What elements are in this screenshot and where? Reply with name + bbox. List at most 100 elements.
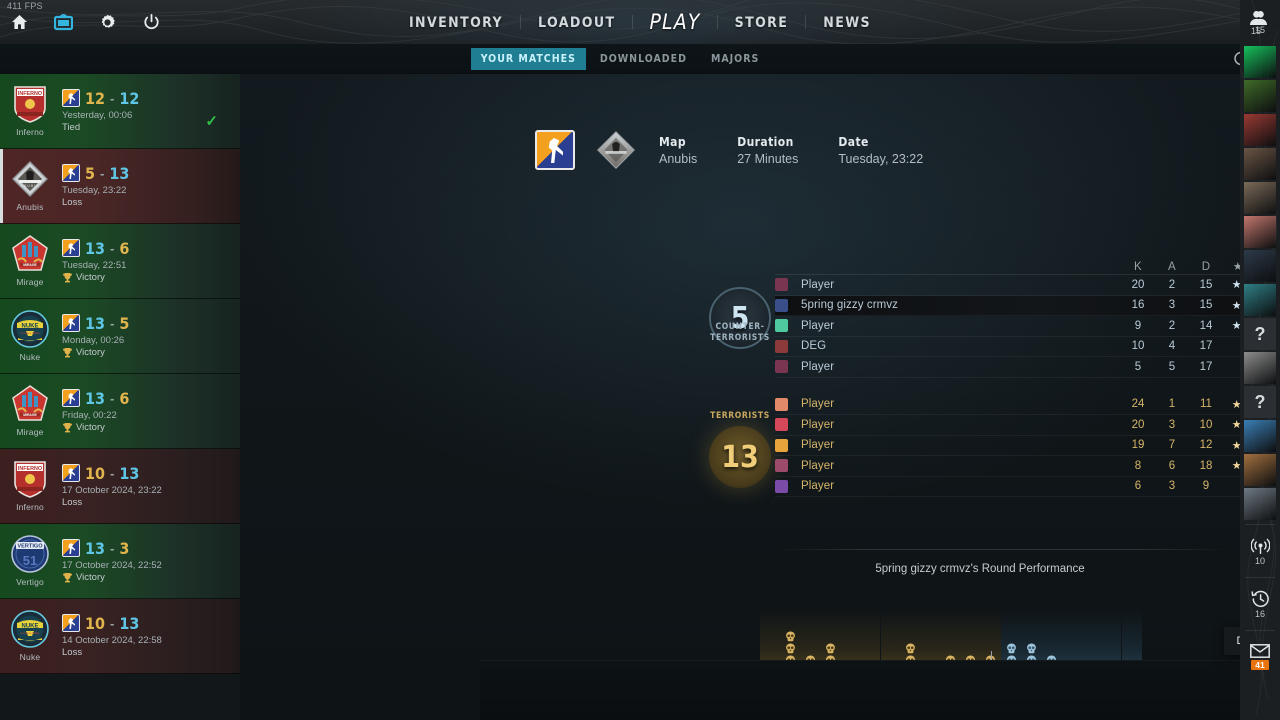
thumb-portrait-man[interactable]	[1244, 182, 1276, 214]
tab-majors[interactable]: MAJORS	[701, 48, 769, 70]
player-avatar-cell	[775, 438, 801, 452]
scoreboard-row[interactable]: Player8618★224	[775, 456, 1240, 477]
scoreboard: K A D ★ Score Player20215★3475pring gizz…	[775, 259, 1240, 497]
match-list[interactable]: INFERNO Inferno 12-12 Yesterday, 00:06 Tied ✓…	[0, 74, 240, 720]
mvp-star-icon: ★	[1231, 398, 1240, 411]
mvp-star-icon: ★	[1231, 279, 1240, 292]
app-root: 411 FPS INVENTORY LOADOUT PLAY STORE NEW…	[0, 0, 1280, 720]
match-info: 13-3 17 October 2024, 22:52 Victory	[60, 539, 232, 583]
nav-item-play[interactable]: PLAY	[633, 10, 716, 34]
match-list-item-mirage-2[interactable]: MIRAGE Mirage 13-6 Tuesday, 22:51 Victory	[0, 224, 240, 299]
thumb-photo-red[interactable]	[1244, 114, 1276, 146]
map-badge-nuke-icon: NUKE Counter-Strike	[9, 308, 52, 350]
scoreboard-row[interactable]: Player9214★127	[775, 316, 1240, 337]
match-result: Loss	[62, 197, 232, 208]
thumb-teal-char[interactable]	[1244, 284, 1276, 316]
score-team-a: 13	[85, 388, 106, 408]
match-detail-scroll: Map Anubis Duration 27 Minutes Date Tues…	[240, 74, 1240, 660]
cs-mode-icon	[62, 539, 80, 558]
mail-badge: 41	[1251, 660, 1269, 670]
chart-round-column	[820, 609, 841, 660]
trophy-icon	[63, 423, 72, 433]
avatar	[775, 418, 788, 432]
scoreboard-row[interactable]: 5pring gizzy crmvz16315★139	[775, 295, 1240, 316]
match-list-item-inferno-5[interactable]: INFERNO Inferno 10-13 17 October 2024, 23:2…	[0, 449, 240, 524]
player-kills: 20	[1131, 278, 1145, 291]
scoreboard-row[interactable]: Player20310★451	[775, 415, 1240, 436]
score-dash: -	[110, 390, 115, 406]
mail-icon[interactable]: 41	[1240, 635, 1280, 679]
user-profile-button[interactable]: 15	[1238, 4, 1274, 42]
thumb-city-photo[interactable]	[1244, 488, 1276, 520]
thumb-unknown-1[interactable]: ?	[1244, 318, 1276, 350]
mvp-star-icon: ★	[1231, 320, 1240, 333]
match-date: Monday, 00:26	[62, 334, 125, 346]
ct-team-label: COUNTER- TERRORISTS	[695, 322, 785, 345]
match-score: 13-6	[62, 239, 232, 258]
map-badge-nuke-icon: NUKE Counter-Strike	[9, 608, 52, 650]
map-field: Map Anubis	[659, 135, 697, 166]
match-list-item-nuke-7[interactable]: NUKE Counter-Strike Nuke 10-13 14 October 20…	[0, 599, 240, 674]
player-name: Player	[801, 360, 835, 373]
thumb-pixel-art[interactable]	[1244, 80, 1276, 112]
thumb-anime-blue[interactable]	[1244, 420, 1276, 452]
result-text: Victory	[76, 347, 105, 359]
cs-mode-icon	[62, 389, 80, 408]
player-deaths: 17	[1199, 340, 1213, 353]
match-list-item-nuke-3[interactable]: NUKE Counter-Strike Nuke 13-5 Monday, 00:26 V…	[0, 299, 240, 374]
sidebar-divider	[1245, 630, 1275, 631]
mvp-star-icon: ★	[1231, 419, 1240, 432]
skull-icon	[1006, 643, 1016, 654]
match-result: Victory	[62, 272, 232, 283]
svg-text:INFERNO: INFERNO	[18, 91, 42, 97]
match-info: 10-13 17 October 2024, 23:22 Loss	[60, 464, 232, 508]
chart-round-column	[1101, 609, 1122, 660]
header-deaths: D	[1201, 260, 1211, 273]
chart-round-column	[1142, 609, 1162, 660]
thumb-kick-logo[interactable]	[1244, 46, 1276, 78]
scoreboard-row[interactable]: Player20215★347	[775, 275, 1240, 296]
thumb-gray-portrait[interactable]	[1244, 352, 1276, 384]
score-team-a: 12	[85, 88, 106, 108]
mvp-star-icon: ★	[1231, 439, 1240, 452]
thumb-photo-person[interactable]	[1244, 148, 1276, 180]
scoreboard-row[interactable]: Player24111★453	[775, 395, 1240, 415]
score-dash: -	[110, 315, 115, 331]
scoreboard-row[interactable]: Player551717	[775, 357, 1240, 378]
thumb-anime-girl[interactable]	[1244, 216, 1276, 248]
scoreboard-row[interactable]: Player63919	[775, 477, 1240, 497]
avatar	[775, 459, 788, 473]
scoreboard-row[interactable]: DEG1041724	[775, 337, 1240, 357]
round-side-glow	[960, 609, 981, 660]
tab-your-matches[interactable]: YOUR MATCHES	[470, 47, 586, 70]
match-list-item-vertigo-6[interactable]: VERTIGO 51 Vertigo 13-3 17 October 2024, 22:…	[0, 524, 240, 599]
nav-item-news[interactable]: NEWS	[806, 15, 888, 31]
thumb-unknown-2[interactable]: ?	[1244, 386, 1276, 418]
nav-item-store[interactable]: STORE	[718, 15, 806, 31]
player-assists: 5	[1168, 360, 1176, 373]
score-team-a: 5	[85, 163, 96, 183]
score-team-b: 13	[119, 613, 140, 633]
match-list-item-inferno-0[interactable]: INFERNO Inferno 12-12 Yesterday, 00:06 Tied ✓	[0, 74, 240, 149]
player-deaths: 10	[1199, 418, 1213, 431]
result-text: Tied	[62, 122, 81, 134]
player-deaths: 12	[1199, 439, 1213, 452]
fps-counter: 411 FPS	[7, 1, 43, 11]
match-date: 17 October 2024, 22:52	[62, 559, 162, 571]
player-name: Player	[801, 398, 835, 411]
history-icon[interactable]: 16	[1240, 582, 1280, 626]
player-avatar-cell	[775, 360, 801, 374]
nav-item-inventory[interactable]: INVENTORY	[392, 15, 520, 31]
avatar	[775, 360, 788, 374]
scoreboard-row[interactable]: Player19712★348	[775, 436, 1240, 456]
match-list-item-anubis-1[interactable]: ANUBIS Anubis 5-13 Tuesday, 23:22 Loss	[0, 149, 240, 224]
tab-downloaded[interactable]: DOWNLOADED	[590, 48, 697, 70]
broadcast-icon[interactable]: 10	[1240, 529, 1280, 573]
svg-text:MIRAGE: MIRAGE	[23, 413, 37, 417]
thumb-dark-scene[interactable]	[1244, 250, 1276, 282]
player-mvp: ★4	[1223, 418, 1240, 431]
match-list-item-mirage-4[interactable]: MIRAGE Mirage 13-6 Friday, 00:22 Victory	[0, 374, 240, 449]
chart-round-column	[1001, 609, 1022, 660]
nav-item-loadout[interactable]: LOADOUT	[521, 15, 632, 31]
thumb-photo-warm[interactable]	[1244, 454, 1276, 486]
